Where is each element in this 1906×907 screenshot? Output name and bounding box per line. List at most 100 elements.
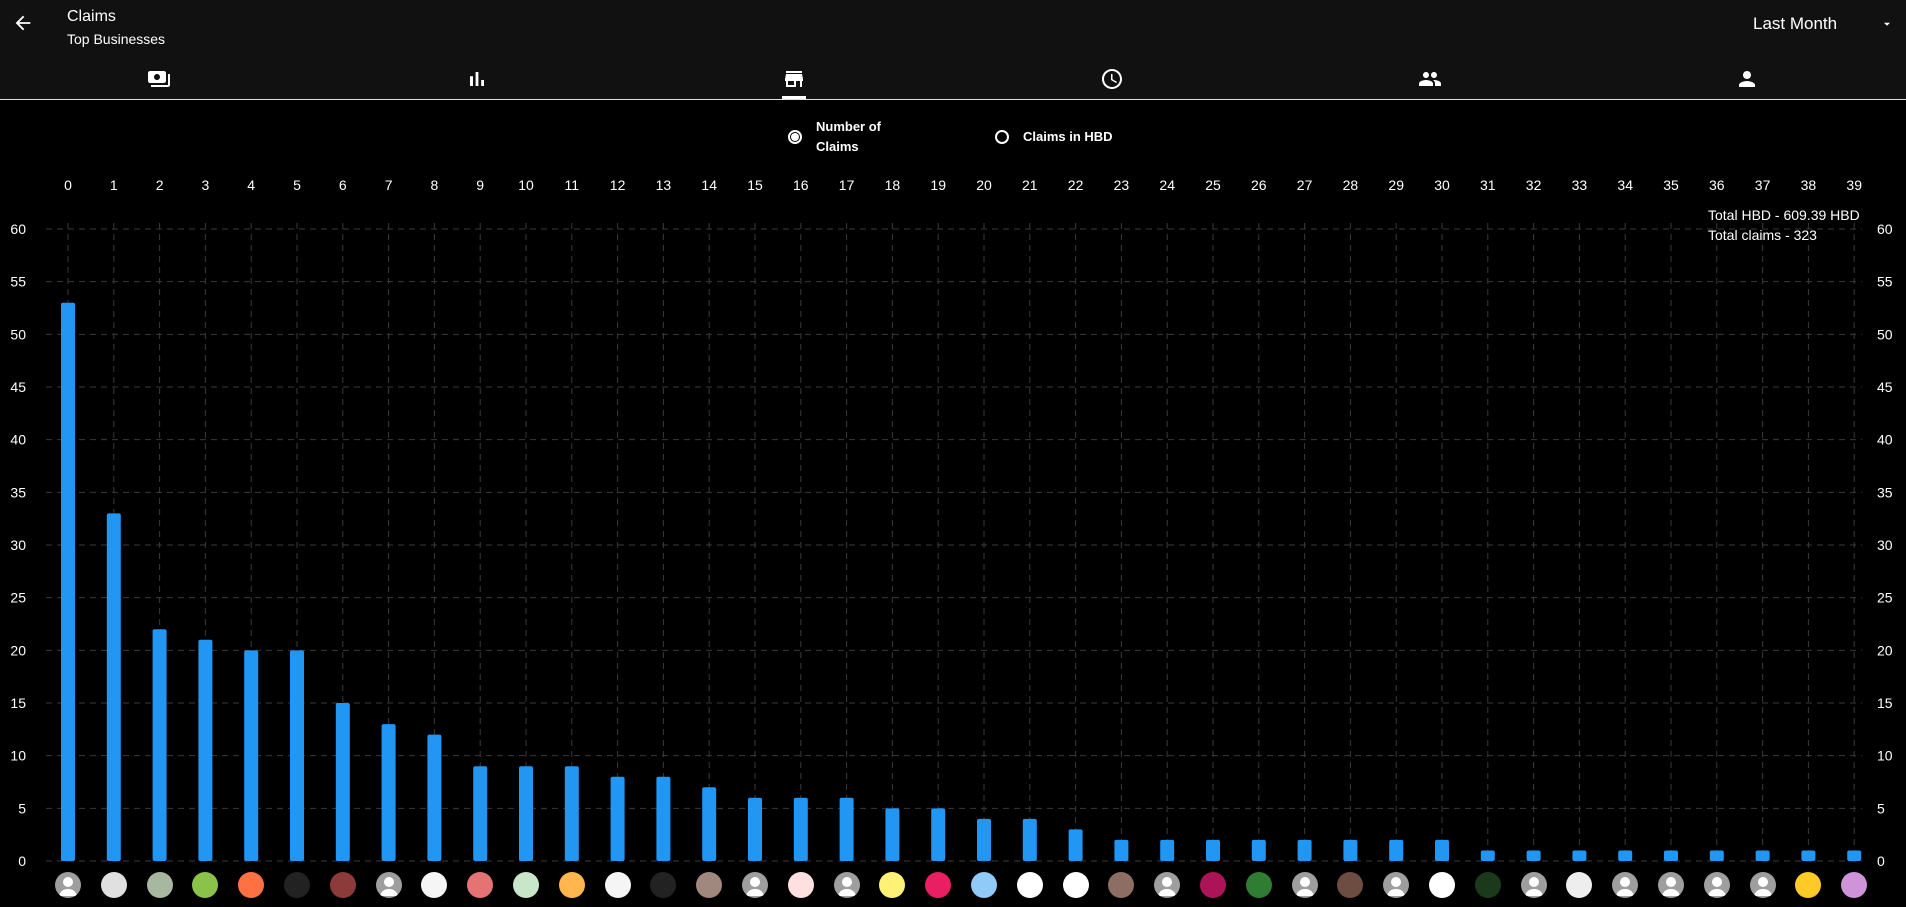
y-tick-label-right: 15	[1877, 695, 1893, 711]
person-placeholder-icon[interactable]	[1658, 872, 1684, 898]
bar	[748, 797, 762, 861]
tab-profile[interactable]	[1588, 58, 1906, 99]
y-tick-label-right: 5	[1877, 800, 1885, 816]
radio-label-number-of-claims: Number of Claims	[816, 119, 881, 154]
y-tick-label-left: 20	[10, 642, 26, 658]
bar	[1022, 818, 1037, 861]
logo-icon[interactable]	[329, 872, 356, 898]
business-avatars-row	[0, 870, 1906, 900]
person-placeholder-icon[interactable]	[1154, 872, 1181, 898]
x-tick-label: 11	[565, 177, 580, 193]
person-placeholder-icon[interactable]	[1749, 872, 1776, 898]
blank-icon[interactable]	[284, 872, 310, 898]
logo-icon[interactable]	[925, 872, 952, 898]
bar	[1709, 850, 1724, 861]
logo-icon[interactable]	[971, 872, 997, 898]
tab-payments[interactable]	[0, 58, 318, 99]
bar	[1618, 850, 1633, 861]
logo-icon[interactable]	[558, 872, 585, 898]
y-tick-label-left: 40	[10, 432, 26, 448]
radio-claims-in-hbd[interactable]: Claims in HBD	[995, 127, 1113, 147]
logo-icon[interactable]	[1062, 872, 1089, 898]
y-tick-label-right: 35	[1877, 484, 1893, 500]
logo-icon[interactable]	[421, 872, 448, 898]
bar	[1801, 850, 1816, 861]
x-tick-label: 24	[1159, 177, 1175, 193]
y-tick-label-right: 40	[1877, 432, 1893, 448]
person-placeholder-icon[interactable]	[1291, 872, 1318, 898]
back-button[interactable]	[10, 10, 36, 36]
x-tick-label: 39	[1846, 177, 1862, 193]
logo-icon[interactable]	[192, 872, 219, 898]
x-tick-label: 35	[1663, 177, 1679, 193]
logo-icon[interactable]	[1566, 872, 1593, 898]
y-tick-label-right: 0	[1877, 853, 1885, 869]
bar	[152, 629, 167, 861]
logo-icon[interactable]	[1337, 872, 1364, 898]
bar	[610, 776, 625, 861]
person-placeholder-icon[interactable]	[55, 872, 81, 898]
x-tick-label: 32	[1526, 177, 1542, 193]
blank-icon[interactable]	[650, 872, 677, 898]
tab-history[interactable]	[953, 58, 1271, 99]
person-placeholder-icon[interactable]	[1383, 872, 1410, 898]
tab-businesses[interactable]	[635, 58, 953, 99]
logo-icon[interactable]	[1200, 872, 1226, 898]
person-placeholder-icon[interactable]	[375, 872, 402, 898]
radio-number-of-claims[interactable]: Number of Claims	[788, 117, 881, 157]
y-tick-label-right: 55	[1877, 274, 1893, 290]
radio-selected-icon	[788, 130, 802, 144]
x-tick-label: 34	[1617, 177, 1633, 193]
logo-icon[interactable]	[1841, 872, 1868, 898]
bar	[931, 808, 946, 861]
x-tick-label: 9	[476, 177, 484, 193]
logo-icon[interactable]	[100, 872, 127, 898]
person-placeholder-icon[interactable]	[1520, 872, 1547, 898]
landscape-icon[interactable]	[146, 872, 173, 898]
x-tick-label: 36	[1709, 177, 1725, 193]
y-tick-label-right: 30	[1877, 537, 1893, 553]
person-placeholder-icon[interactable]	[833, 872, 860, 898]
bar	[1251, 839, 1266, 861]
person-placeholder-icon[interactable]	[742, 872, 768, 898]
logo-icon[interactable]	[1108, 872, 1135, 898]
tab-stats[interactable]	[318, 58, 636, 99]
bar	[1480, 850, 1495, 861]
logo-icon[interactable]	[513, 872, 539, 898]
y-tick-label-right: 25	[1877, 590, 1893, 606]
period-select[interactable]: Last Month	[1753, 12, 1893, 36]
claims-bar-chart: 0 05 510 1015 1520 2025 2530 3035 3540 4045 4550 50…	[10, 177, 1893, 869]
bar	[427, 734, 442, 861]
bar	[1160, 839, 1175, 861]
x-tick-label: 17	[839, 177, 855, 193]
clock-icon	[1101, 68, 1122, 89]
store-icon	[785, 70, 804, 87]
logo-icon[interactable]	[787, 872, 814, 898]
person-placeholder-icon[interactable]	[1703, 872, 1730, 898]
bar	[1847, 850, 1862, 861]
tab-users[interactable]	[1271, 58, 1589, 99]
x-tick-label: 31	[1480, 177, 1496, 193]
logo-icon[interactable]	[238, 872, 265, 898]
photo-icon[interactable]	[696, 872, 723, 898]
x-tick-label: 16	[793, 177, 809, 193]
logo-icon[interactable]	[1795, 872, 1822, 898]
bar	[1068, 829, 1083, 861]
x-tick-label: 14	[701, 177, 717, 193]
logo-icon[interactable]	[1474, 872, 1501, 898]
x-tick-label: 6	[339, 177, 347, 193]
y-tick-label-left: 10	[10, 748, 26, 764]
logo-icon[interactable]	[1429, 872, 1455, 898]
totals-legend: Total HBD - 609.39 HBD Total claims - 32…	[1708, 205, 1860, 245]
y-tick-label-right: 20	[1877, 642, 1893, 658]
logo-icon[interactable]	[467, 872, 494, 898]
person-placeholder-icon[interactable]	[1612, 872, 1639, 898]
header-titles: Claims Top Businesses	[67, 7, 165, 49]
x-tick-label: 3	[202, 177, 210, 193]
radio-unselected-icon	[995, 130, 1009, 144]
logo-icon[interactable]	[1245, 872, 1272, 898]
logo-icon[interactable]	[879, 872, 906, 898]
logo-icon[interactable]	[1016, 872, 1043, 898]
dropdown-arrow-icon	[1884, 22, 1890, 26]
logo-icon[interactable]	[604, 872, 631, 898]
